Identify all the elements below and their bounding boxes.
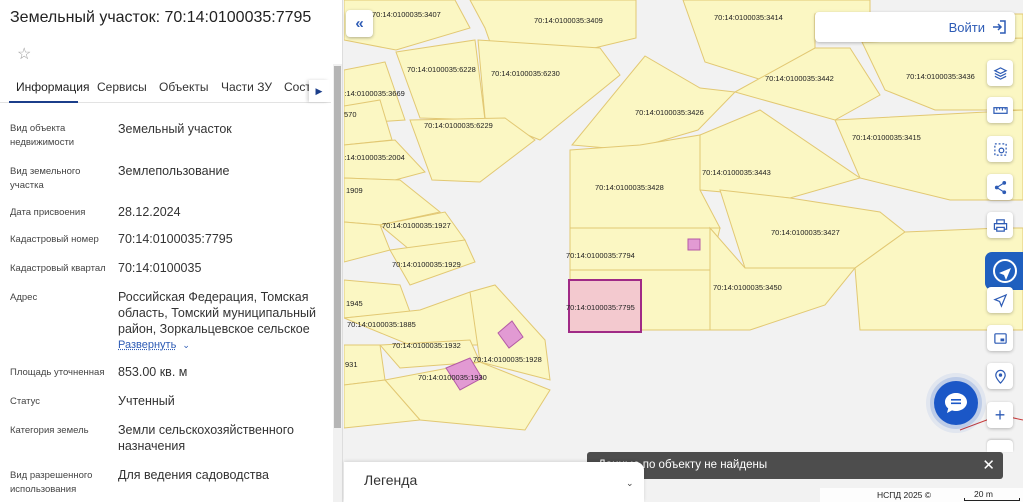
parcel-label: 70:14:0100035:2004 — [344, 153, 405, 162]
expand-address-link[interactable]: Развернуть ⌄ — [118, 339, 190, 351]
login-label: Войти — [948, 20, 985, 35]
value-status: Учтенный — [118, 394, 175, 408]
legend-label: Легенда — [364, 472, 418, 488]
parcel-label: 570 — [344, 110, 357, 119]
collapse-panel-button[interactable]: « — [346, 10, 373, 37]
basemap-icon — [993, 332, 1007, 344]
label-address: Адрес — [10, 292, 38, 303]
search-location-button[interactable] — [987, 363, 1013, 389]
label-permitted-use: Вид разрешенного использования — [10, 470, 93, 495]
measure-button[interactable] — [987, 97, 1013, 123]
parcel-label: 70:14:0100035:3407 — [372, 10, 441, 19]
label-object-type: Вид объекта недвижимости — [10, 123, 75, 148]
parcel-label: 70:14:0100035:3443 — [702, 168, 771, 177]
ruler-icon — [992, 106, 1008, 114]
cadastral-map[interactable]: 70:14:0100035:3407 70:14:0100035:3409 70… — [344, 0, 1023, 502]
close-icon[interactable]: ✕ — [982, 456, 995, 474]
tab-bar: Информация Сервисы Объекты Части ЗУ Сост… — [0, 80, 331, 102]
parcel-label: 70:14:0100035:1932 — [392, 341, 461, 350]
parcel-label: 1909 — [346, 186, 363, 195]
printer-icon — [993, 218, 1007, 232]
parcel-label: 70:14:0100035:7795 — [566, 303, 635, 312]
label-land-category: Категория земель — [10, 425, 89, 436]
share-button[interactable] — [987, 174, 1013, 200]
label-cadastral-number: Кадастровый номер — [10, 234, 99, 245]
parcel-label: 70:14:0100035:6228 — [407, 65, 476, 74]
parcel-label: 70:14:0100035:1930 — [418, 373, 487, 382]
building-marker[interactable] — [687, 238, 701, 251]
value-cadastral-number: 70:14:0100035:7795 — [118, 232, 233, 246]
parcel-label: 70:14:0100035:3409 — [534, 16, 603, 25]
tab-scroll-right-icon[interactable]: ▶ — [309, 80, 329, 102]
tab-services[interactable]: Сервисы — [97, 80, 147, 94]
value-land-category: Земли сельскохозяйственного назначения — [118, 423, 294, 453]
copyright-label: НСПД 2025 © — [877, 490, 932, 500]
parcel-label: 70:14:0100035:3442 — [765, 74, 834, 83]
panel-title: Земельный участок: 70:14:0100035:7795 — [10, 9, 312, 26]
value-land-type: Землепользование — [118, 164, 230, 178]
parcel-label: 70:14:0100035:3414 — [714, 13, 783, 22]
parcel-label: 70:14:0100035:3427 — [771, 228, 840, 237]
zoom-out-button[interactable] — [987, 440, 1013, 452]
parcel-label: 70:14:0100035:1928 — [473, 355, 542, 364]
chat-button[interactable] — [934, 381, 978, 425]
basemap-button[interactable] — [987, 325, 1013, 351]
parcel-label: 931 — [345, 360, 358, 369]
label-status: Статус — [10, 396, 41, 407]
parcel-label: 70:14:0100035:3428 — [595, 183, 664, 192]
scale-bar — [964, 498, 1020, 501]
value-area: 853.00 кв. м — [118, 365, 188, 379]
login-button[interactable]: Войти — [815, 12, 1015, 42]
label-land-type: Вид земельного участка — [10, 166, 81, 191]
parcel-label: 70:14:0100035:6229 — [424, 121, 493, 130]
geolocate-button[interactable] — [987, 287, 1013, 313]
login-icon — [993, 20, 1006, 34]
favorite-star-icon[interactable]: ☆ — [17, 44, 31, 64]
parcel-label: 70:14:0100035:3450 — [713, 283, 782, 292]
share-icon — [994, 180, 1006, 194]
panel-scrollbar-thumb[interactable] — [334, 66, 341, 428]
select-area-button[interactable] — [987, 136, 1013, 162]
zoom-in-button[interactable]: + — [987, 402, 1013, 428]
chevron-down-icon[interactable]: ⌄ — [626, 478, 634, 489]
label-assign-date: Дата присвоения — [10, 207, 86, 218]
select-area-icon — [993, 142, 1007, 156]
parcel-3428[interactable] — [569, 134, 721, 229]
value-address: Российская Федерация, Томская область, Т… — [118, 290, 316, 336]
chevron-down-icon: ⌄ — [182, 340, 190, 350]
parcel-label: 70:14:0100035:7794 — [566, 251, 635, 260]
chat-bubble-icon — [945, 393, 967, 413]
layers-button[interactable] — [987, 60, 1013, 86]
location-pin-icon — [994, 369, 1006, 384]
tab-objects[interactable]: Объекты — [159, 80, 209, 94]
label-cadastral-quarter: Кадастровый квартал — [10, 263, 106, 274]
navigation-arrow-icon — [992, 293, 1007, 308]
label-area: Площадь уточненная — [10, 367, 105, 378]
value-permitted-use: Для ведения садоводства — [118, 468, 269, 482]
tab-land-parts[interactable]: Части ЗУ — [221, 80, 272, 94]
map-footer: НСПД 2025 © 20 m — [820, 488, 1023, 502]
parcel-label: 70:14:0100035:3426 — [635, 108, 704, 117]
value-object-type: Земельный участок — [118, 122, 232, 136]
parcel-label: 1945 — [346, 299, 363, 308]
parcel-label: 70:14:0100035:3415 — [852, 133, 921, 142]
parcel-label: 70:14:0100035:3436 — [906, 72, 975, 81]
active-tab-indicator — [9, 101, 78, 103]
nspd-logo-icon — [993, 259, 1017, 283]
value-cadastral-quarter: 70:14:0100035 — [118, 261, 202, 275]
parcel-label: 70:14:0100035:1929 — [392, 260, 461, 269]
nspd-assistant-button[interactable] — [985, 252, 1023, 290]
tab-information[interactable]: Информация — [16, 80, 89, 94]
parcel-label: 70:14:0100035:6230 — [491, 69, 560, 78]
parcel-label: 70:14:0100035:1927 — [382, 221, 451, 230]
parcel-label: 70:14:0100035:1885 — [347, 320, 416, 329]
print-button[interactable] — [987, 212, 1013, 238]
legend-panel[interactable]: Легенда ⌄ — [344, 462, 644, 502]
layers-icon — [993, 66, 1007, 80]
parcel-label: 70:14:0100035:3669 — [344, 89, 405, 98]
value-assign-date: 28.12.2024 — [118, 205, 181, 219]
info-panel: Земельный участок: 70:14:0100035:7795 ☆ … — [0, 0, 343, 502]
notification-toast: Данные по объекту не найдены ✕ — [587, 452, 1003, 479]
map-canvas[interactable]: 70:14:0100035:3407 70:14:0100035:3409 70… — [344, 0, 1023, 502]
